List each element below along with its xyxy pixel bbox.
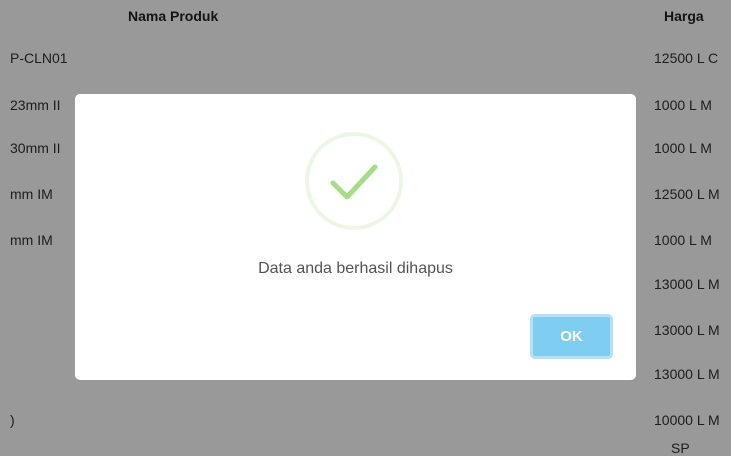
success-dialog: Data anda berhasil dihapus OK [75, 94, 636, 380]
success-check-icon [305, 132, 403, 230]
ok-button[interactable]: OK [530, 314, 613, 359]
checkmark-icon [330, 164, 378, 200]
page: Nama Produk Harga P-CLN01 12500 L C 23mm… [0, 0, 731, 456]
dialog-message: Data anda berhasil dihapus [258, 260, 453, 277]
